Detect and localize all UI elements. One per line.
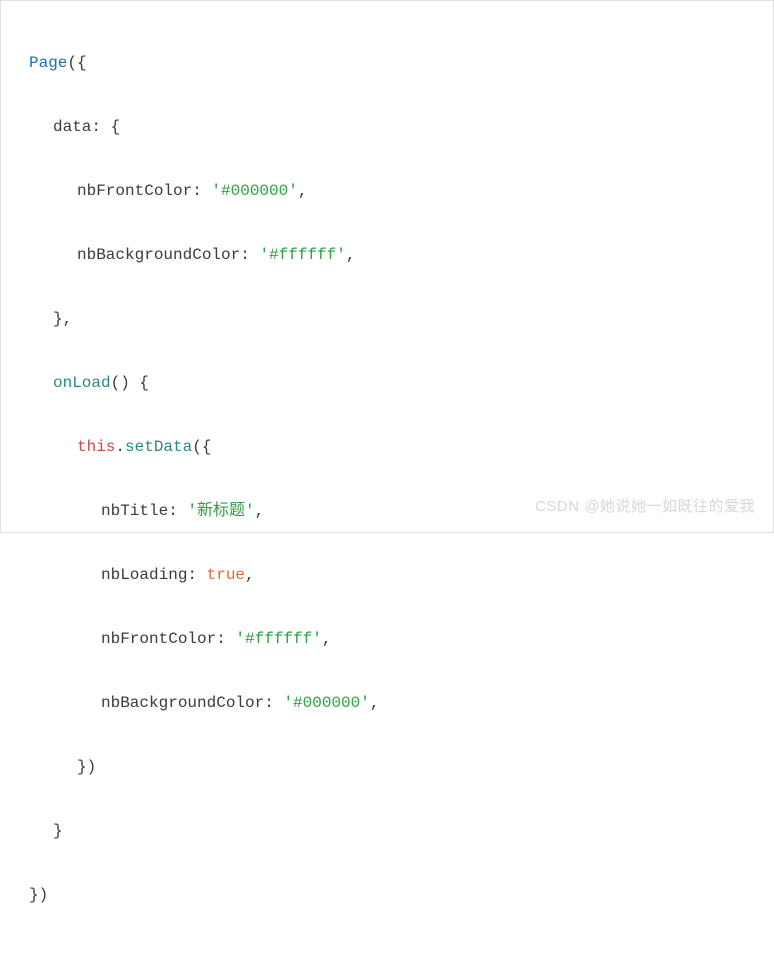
- token-key: nbBackgroundColor: [101, 694, 264, 712]
- token-string: '#ffffff': [235, 630, 321, 648]
- token-key: data: [53, 118, 91, 136]
- token-this: this: [77, 438, 115, 456]
- token-string: '#000000': [211, 182, 297, 200]
- token-boolean: true: [207, 566, 245, 584]
- code-block: Page({ data: { nbFrontColor: '#000000', …: [1, 1, 773, 953]
- code-line: nbFrontColor: '#000000',: [29, 175, 763, 207]
- code-line: onLoad() {: [29, 367, 763, 399]
- code-line: }: [29, 815, 763, 847]
- token-key: nbFrontColor: [101, 630, 216, 648]
- token-method: onLoad: [53, 374, 111, 392]
- code-line: data: {: [29, 111, 763, 143]
- code-line: },: [29, 303, 763, 335]
- token-string: '#ffffff': [259, 246, 345, 264]
- token-method: setData: [125, 438, 192, 456]
- token-function: Page: [29, 54, 67, 72]
- code-line: nbBackgroundColor: '#ffffff',: [29, 239, 763, 271]
- code-line: nbBackgroundColor: '#000000',: [29, 687, 763, 719]
- code-line: }): [29, 751, 763, 783]
- token-key: nbTitle: [101, 502, 168, 520]
- code-line: nbLoading: true,: [29, 559, 763, 591]
- token-key: nbLoading: [101, 566, 187, 584]
- token-string: '#000000': [283, 694, 369, 712]
- token-key: nbFrontColor: [77, 182, 192, 200]
- code-line: this.setData({: [29, 431, 763, 463]
- token-key: nbBackgroundColor: [77, 246, 240, 264]
- code-line: nbFrontColor: '#ffffff',: [29, 623, 763, 655]
- watermark-text: CSDN @她说她一如既往的爱我: [535, 492, 755, 522]
- token-string: '新标题': [187, 502, 254, 520]
